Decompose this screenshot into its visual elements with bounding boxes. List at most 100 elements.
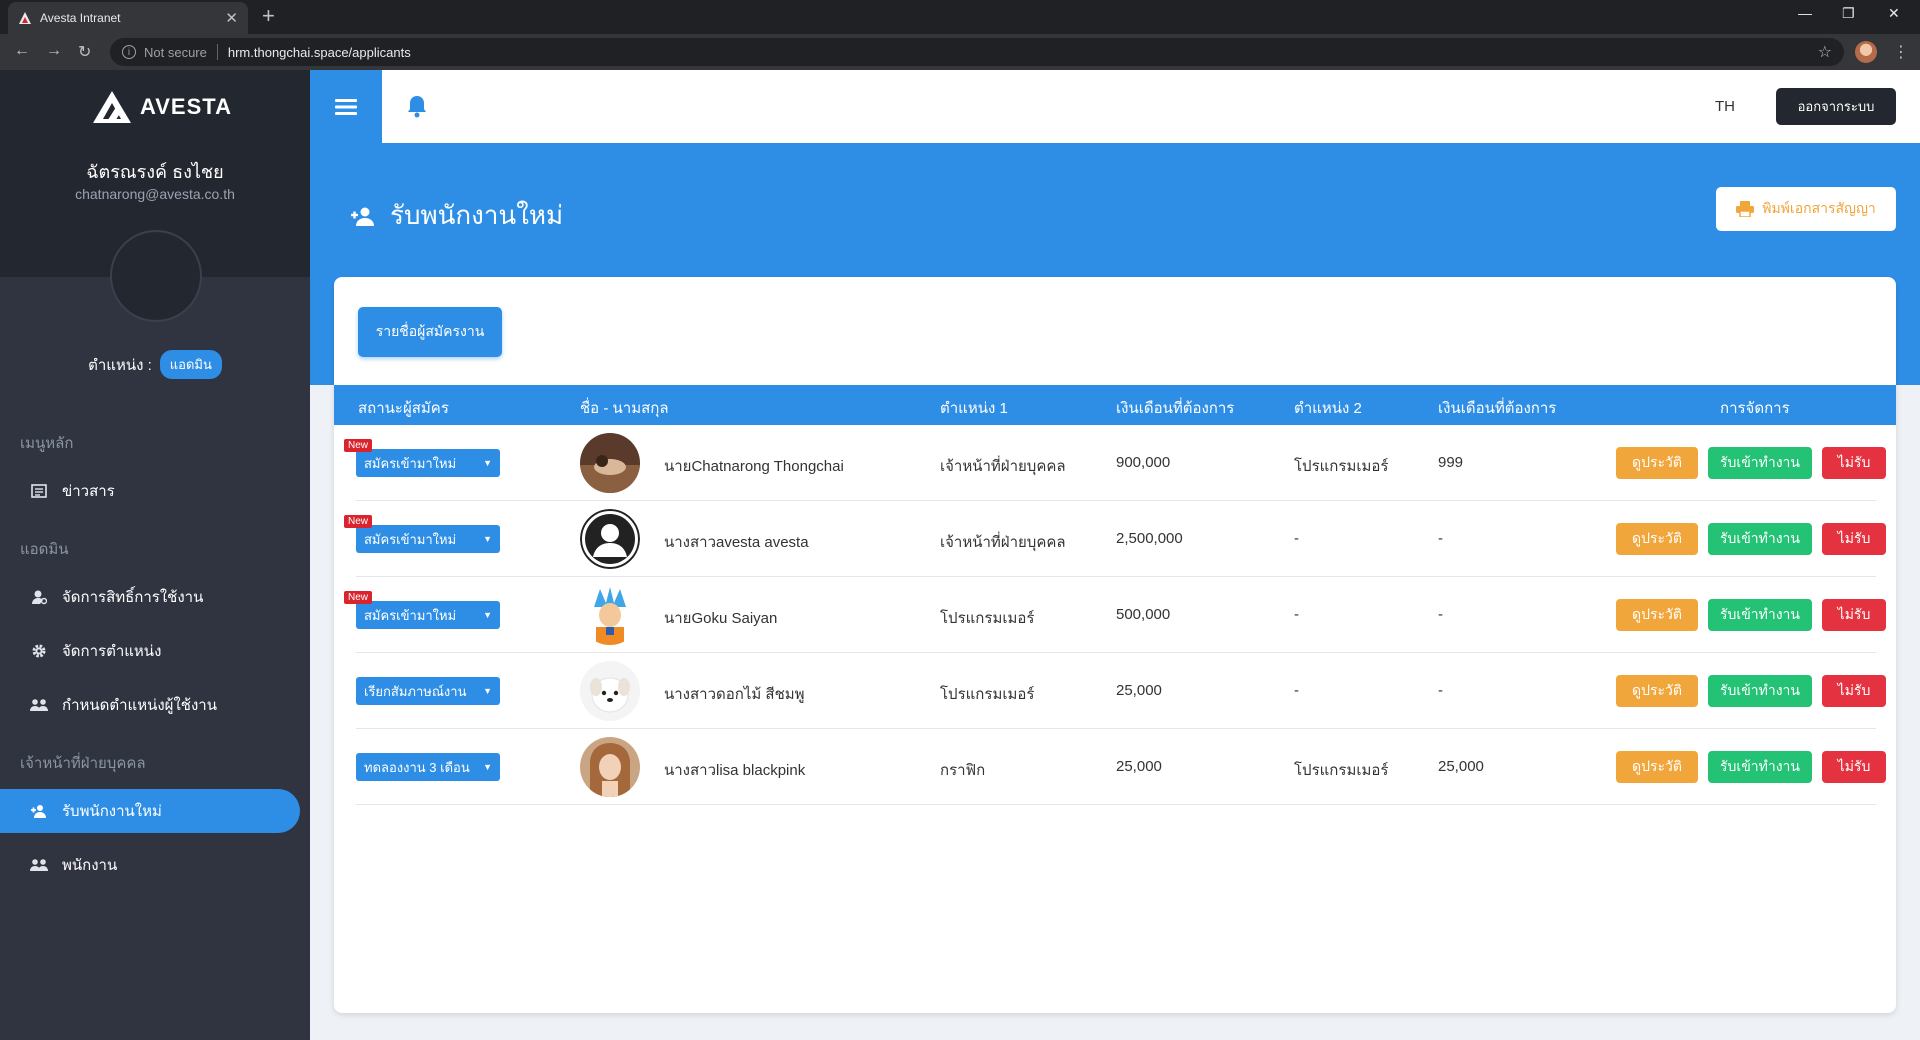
applicant-name: นายChatnarong Thongchai: [664, 458, 844, 475]
caret-down-icon: ▼: [483, 686, 492, 696]
hamburger-menu-button[interactable]: [310, 70, 382, 143]
profile-avatar[interactable]: [1855, 41, 1877, 63]
sidebar-item-assign-positions[interactable]: กำหนดตำแหน่งผู้ใช้งาน: [0, 683, 300, 727]
applicant-avatar[interactable]: [580, 509, 640, 569]
position-2: -: [1294, 682, 1299, 699]
sidebar-item-news[interactable]: ข่าวสาร: [0, 469, 300, 513]
browser-tab[interactable]: Avesta Intranet ✕: [8, 2, 248, 34]
reject-button[interactable]: ไม่รับ: [1822, 447, 1886, 479]
view-history-button[interactable]: ดูประวัติ: [1616, 751, 1698, 783]
address-bar[interactable]: i Not secure hrm.thongchai.space/applica…: [110, 38, 1844, 66]
caret-down-icon: ▼: [483, 762, 492, 772]
applicant-avatar[interactable]: [580, 737, 640, 797]
salary-1: 500,000: [1116, 606, 1171, 623]
sidebar-item-permissions[interactable]: จัดการสิทธิ์การใช้งาน: [0, 575, 300, 619]
status-value: ทดลองงาน 3 เดือน: [364, 759, 470, 775]
hire-button[interactable]: รับเข้าทำงาน: [1708, 447, 1812, 479]
brand-logo[interactable]: AVESTA: [92, 90, 232, 124]
language-toggle[interactable]: TH: [1715, 98, 1735, 115]
applicants-card: รายชื่อผู้สมัครงาน สถานะผู้สมัคร ชื่อ - …: [334, 277, 1896, 1013]
table-header: สถานะผู้สมัคร ชื่อ - นามสกุล ตำแหน่ง 1 เ…: [334, 385, 1896, 425]
applicant-avatar[interactable]: [580, 661, 640, 721]
applicant-name: นางสาวดอกไม้ สีชมพู: [664, 686, 805, 703]
table-row: สมัครเข้ามาใหม่ ▼ New นางสาวavesta avest…: [344, 501, 1886, 577]
column-header-actions: การจัดการ: [1720, 400, 1790, 417]
caret-down-icon: ▼: [483, 534, 492, 544]
view-history-button[interactable]: ดูประวัติ: [1616, 599, 1698, 631]
back-icon[interactable]: ←: [14, 42, 30, 60]
divider: [216, 44, 218, 60]
status-select[interactable]: สมัครเข้ามาใหม่ ▼: [356, 601, 500, 629]
applicant-avatar[interactable]: [580, 433, 640, 493]
browser-menu-icon[interactable]: ⋮: [1893, 42, 1909, 62]
reject-button[interactable]: ไม่รับ: [1822, 523, 1886, 555]
view-history-button[interactable]: ดูประวัติ: [1616, 675, 1698, 707]
column-header-salary-1: เงินเดือนที่ต้องการ: [1116, 400, 1235, 417]
new-badge: New: [344, 515, 373, 528]
position-2: โปรแกรมเมอร์: [1294, 458, 1389, 475]
user-avatar: [110, 230, 202, 322]
role-row: ตำแหน่ง : แอดมิน: [0, 350, 310, 379]
view-history-button[interactable]: ดูประวัติ: [1616, 523, 1698, 555]
page-title: รับพนักงานใหม่: [350, 195, 563, 236]
page-title-text: รับพนักงานใหม่: [390, 200, 564, 230]
status-select[interactable]: ทดลองงาน 3 เดือน ▼: [356, 753, 500, 781]
print-contract-label: พิมพ์เอกสารสัญญา: [1762, 200, 1876, 216]
status-select[interactable]: เรียกสัมภาษณ์งาน ▼: [356, 677, 500, 705]
sidebar-item-label: ข่าวสาร: [62, 483, 115, 500]
role-badge: แอดมิน: [159, 350, 222, 379]
status-select[interactable]: สมัครเข้ามาใหม่ ▼: [356, 525, 500, 553]
user-email: chatnarong@avesta.co.th: [75, 186, 235, 202]
hire-button[interactable]: รับเข้าทำงาน: [1708, 523, 1812, 555]
bookmark-star-icon[interactable]: ☆: [1818, 42, 1832, 62]
hamburger-icon: [335, 98, 357, 115]
new-tab-icon[interactable]: +: [262, 5, 275, 27]
sidebar-item-label: กำหนดตำแหน่งผู้ใช้งาน: [62, 697, 217, 714]
column-header-name: ชื่อ - นามสกุล: [580, 400, 669, 417]
url-text: hrm.thongchai.space/applicants: [227, 44, 411, 60]
position-2: -: [1294, 530, 1299, 547]
notification-bell-icon[interactable]: [406, 94, 428, 123]
column-header-status: สถานะผู้สมัคร: [358, 400, 449, 417]
salary-2: -: [1438, 682, 1443, 699]
security-label: Not secure: [144, 44, 207, 60]
logout-button[interactable]: ออกจากระบบ: [1776, 88, 1896, 125]
minimize-icon[interactable]: —: [1798, 5, 1812, 21]
reject-button[interactable]: ไม่รับ: [1822, 751, 1886, 783]
sidebar-item-new-hire[interactable]: รับพนักงานใหม่: [0, 789, 300, 833]
reject-button[interactable]: ไม่รับ: [1822, 599, 1886, 631]
salary-2: 999: [1438, 454, 1464, 471]
hire-button[interactable]: รับเข้าทำงาน: [1708, 751, 1812, 783]
new-badge: New: [344, 439, 373, 452]
applicant-avatar[interactable]: [580, 585, 640, 645]
brand-name: AVESTA: [140, 94, 232, 119]
forward-icon[interactable]: →: [46, 42, 62, 60]
position-2: -: [1294, 606, 1299, 623]
browser-tabbar: Avesta Intranet ✕ + — ❐ ✕: [0, 0, 1920, 34]
sidebar-item-employees[interactable]: พนักงาน: [0, 843, 300, 887]
print-contract-button[interactable]: พิมพ์เอกสารสัญญา: [1716, 187, 1896, 231]
users-icon: [30, 856, 48, 874]
info-icon[interactable]: i: [122, 45, 136, 59]
close-tab-icon[interactable]: ✕: [225, 9, 238, 27]
status-select[interactable]: สมัครเข้ามาใหม่ ▼: [356, 449, 500, 477]
users-icon: [30, 696, 48, 714]
menu-section-main: เมนูหลัก: [20, 435, 74, 452]
restore-icon[interactable]: ❐: [1842, 5, 1855, 22]
reject-button[interactable]: ไม่รับ: [1822, 675, 1886, 707]
salary-2: -: [1438, 606, 1443, 623]
reload-icon[interactable]: ↻: [78, 42, 91, 62]
user-permission-icon: [30, 588, 48, 606]
role-label: ตำแหน่ง :: [88, 356, 152, 374]
user-plus-icon: [351, 207, 374, 226]
close-window-icon[interactable]: ✕: [1888, 5, 1900, 22]
tab-title: Avesta Intranet: [40, 11, 121, 25]
hire-button[interactable]: รับเข้าทำงาน: [1708, 599, 1812, 631]
sidebar-item-positions[interactable]: จัดการตำแหน่ง: [0, 629, 300, 673]
applicant-list-button[interactable]: รายชื่อผู้สมัครงาน: [358, 307, 502, 357]
table-row: เรียกสัมภาษณ์งาน ▼ นางสาวดอกไม้ สีชมพู โ…: [356, 653, 1886, 729]
hire-button[interactable]: รับเข้าทำงาน: [1708, 675, 1812, 707]
view-history-button[interactable]: ดูประวัติ: [1616, 447, 1698, 479]
caret-down-icon: ▼: [483, 610, 492, 620]
applicant-name: นางสาวavesta avesta: [664, 534, 809, 551]
